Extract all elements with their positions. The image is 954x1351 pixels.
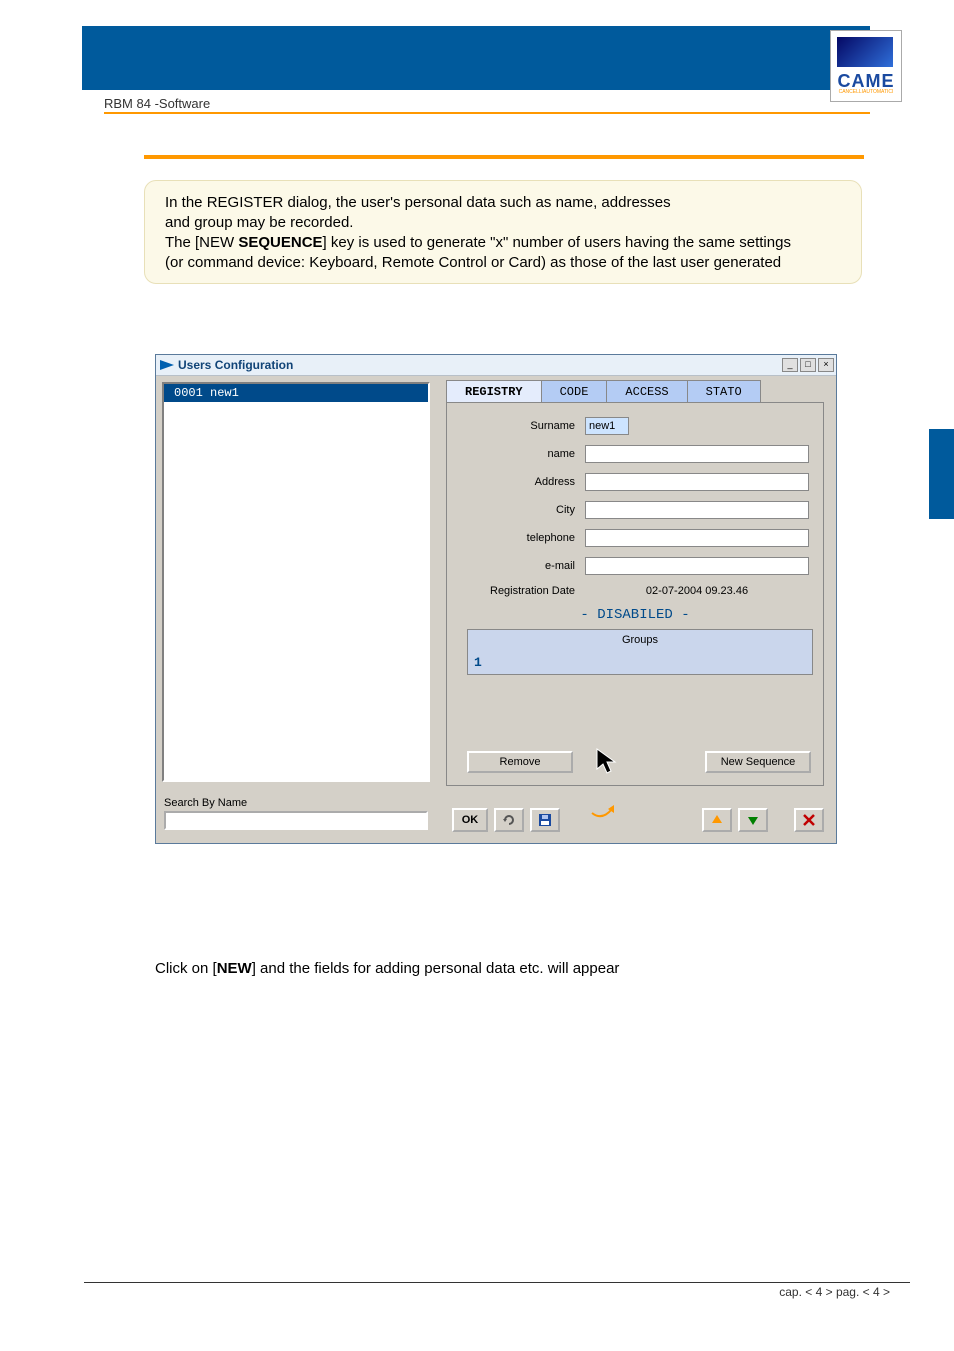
page-footer: cap. < 4 > pag. < 4 >	[779, 1285, 890, 1299]
title-underline	[104, 112, 870, 114]
logo-sub: CANCELLIAUTOMATICI	[831, 89, 901, 95]
remove-button[interactable]: Remove	[467, 751, 573, 773]
refresh-button[interactable]	[494, 808, 524, 832]
note-l2a: The [NEW	[165, 234, 238, 251]
floppy-icon	[538, 813, 552, 827]
groups-number: 1	[474, 655, 482, 670]
note-l3: (or command device: Keyboard, Remote Con…	[165, 254, 781, 271]
x-icon	[802, 813, 816, 827]
header-bar	[82, 26, 870, 90]
next-button[interactable]	[738, 808, 768, 832]
tab-access[interactable]: ACCESS	[606, 380, 687, 403]
search-input[interactable]	[164, 811, 428, 830]
city-label: City	[447, 504, 585, 516]
note-topline	[144, 155, 864, 159]
window-titlebar[interactable]: Users Configuration _ □ ×	[156, 355, 836, 376]
tab-code[interactable]: CODE	[541, 380, 608, 403]
caption-text: Click on [NEW] and the fields for adding…	[155, 960, 619, 977]
email-input[interactable]	[585, 557, 809, 575]
save-button[interactable]	[530, 808, 560, 832]
caption-b: NEW	[217, 960, 252, 977]
ok-button[interactable]: OK	[452, 808, 488, 832]
up-arrow-icon	[710, 813, 724, 827]
list-item-selected[interactable]: 0001 new1	[164, 384, 428, 402]
regdate-label: Registration Date	[447, 585, 585, 597]
note-l2c: ] key is used to generate "x" number of …	[323, 234, 791, 251]
refresh-icon	[502, 814, 516, 826]
email-label: e-mail	[447, 560, 585, 572]
address-label: Address	[447, 476, 585, 488]
disabled-status: - DISABILED -	[447, 607, 823, 623]
registry-panel: Surname name Address City telephone e-ma…	[446, 402, 824, 786]
cursor-arrow-icon	[588, 799, 622, 829]
came-logo: CAME CANCELLIAUTOMATICI	[830, 30, 902, 102]
new-sequence-button[interactable]: New Sequence	[705, 751, 811, 773]
maximize-icon[interactable]: □	[800, 358, 816, 372]
surname-input[interactable]	[585, 417, 629, 435]
close-icon[interactable]: ×	[818, 358, 834, 372]
title-arrow-icon	[160, 360, 174, 370]
note-box: In the REGISTER dialog, the user's perso…	[144, 180, 862, 284]
note-l1a: In the REGISTER dialog, the user's perso…	[165, 194, 671, 211]
prev-button[interactable]	[702, 808, 732, 832]
address-input[interactable]	[585, 473, 809, 491]
tab-stato[interactable]: STATO	[687, 380, 761, 403]
caption-c: ] and the fields for adding personal dat…	[252, 960, 620, 977]
caption-a: Click on [	[155, 960, 217, 977]
users-list[interactable]: 0001 new1	[162, 382, 430, 782]
doc-title: RBM 84 -Software	[104, 96, 210, 111]
note-l2b: SEQUENCE	[238, 234, 322, 251]
telephone-label: telephone	[447, 532, 585, 544]
window-title: Users Configuration	[178, 358, 782, 372]
search-label: Search By Name	[164, 797, 247, 809]
surname-label: Surname	[447, 420, 585, 432]
down-arrow-icon	[746, 813, 760, 827]
city-input[interactable]	[585, 501, 809, 519]
name-label: name	[447, 448, 585, 460]
tab-registry[interactable]: REGISTRY	[446, 380, 542, 403]
regdate-value: 02-07-2004 09.23.46	[585, 585, 809, 597]
cursor-icon	[595, 747, 621, 779]
groups-box[interactable]: Groups 1	[467, 629, 813, 675]
groups-header: Groups	[468, 634, 812, 646]
note-l1b: and group may be recorded.	[165, 214, 353, 231]
telephone-input[interactable]	[585, 529, 809, 547]
close-button[interactable]	[794, 808, 824, 832]
name-input[interactable]	[585, 445, 809, 463]
side-tab	[929, 429, 954, 519]
users-config-window: Users Configuration _ □ × 0001 new1 Sear…	[155, 354, 837, 844]
minimize-icon[interactable]: _	[782, 358, 798, 372]
